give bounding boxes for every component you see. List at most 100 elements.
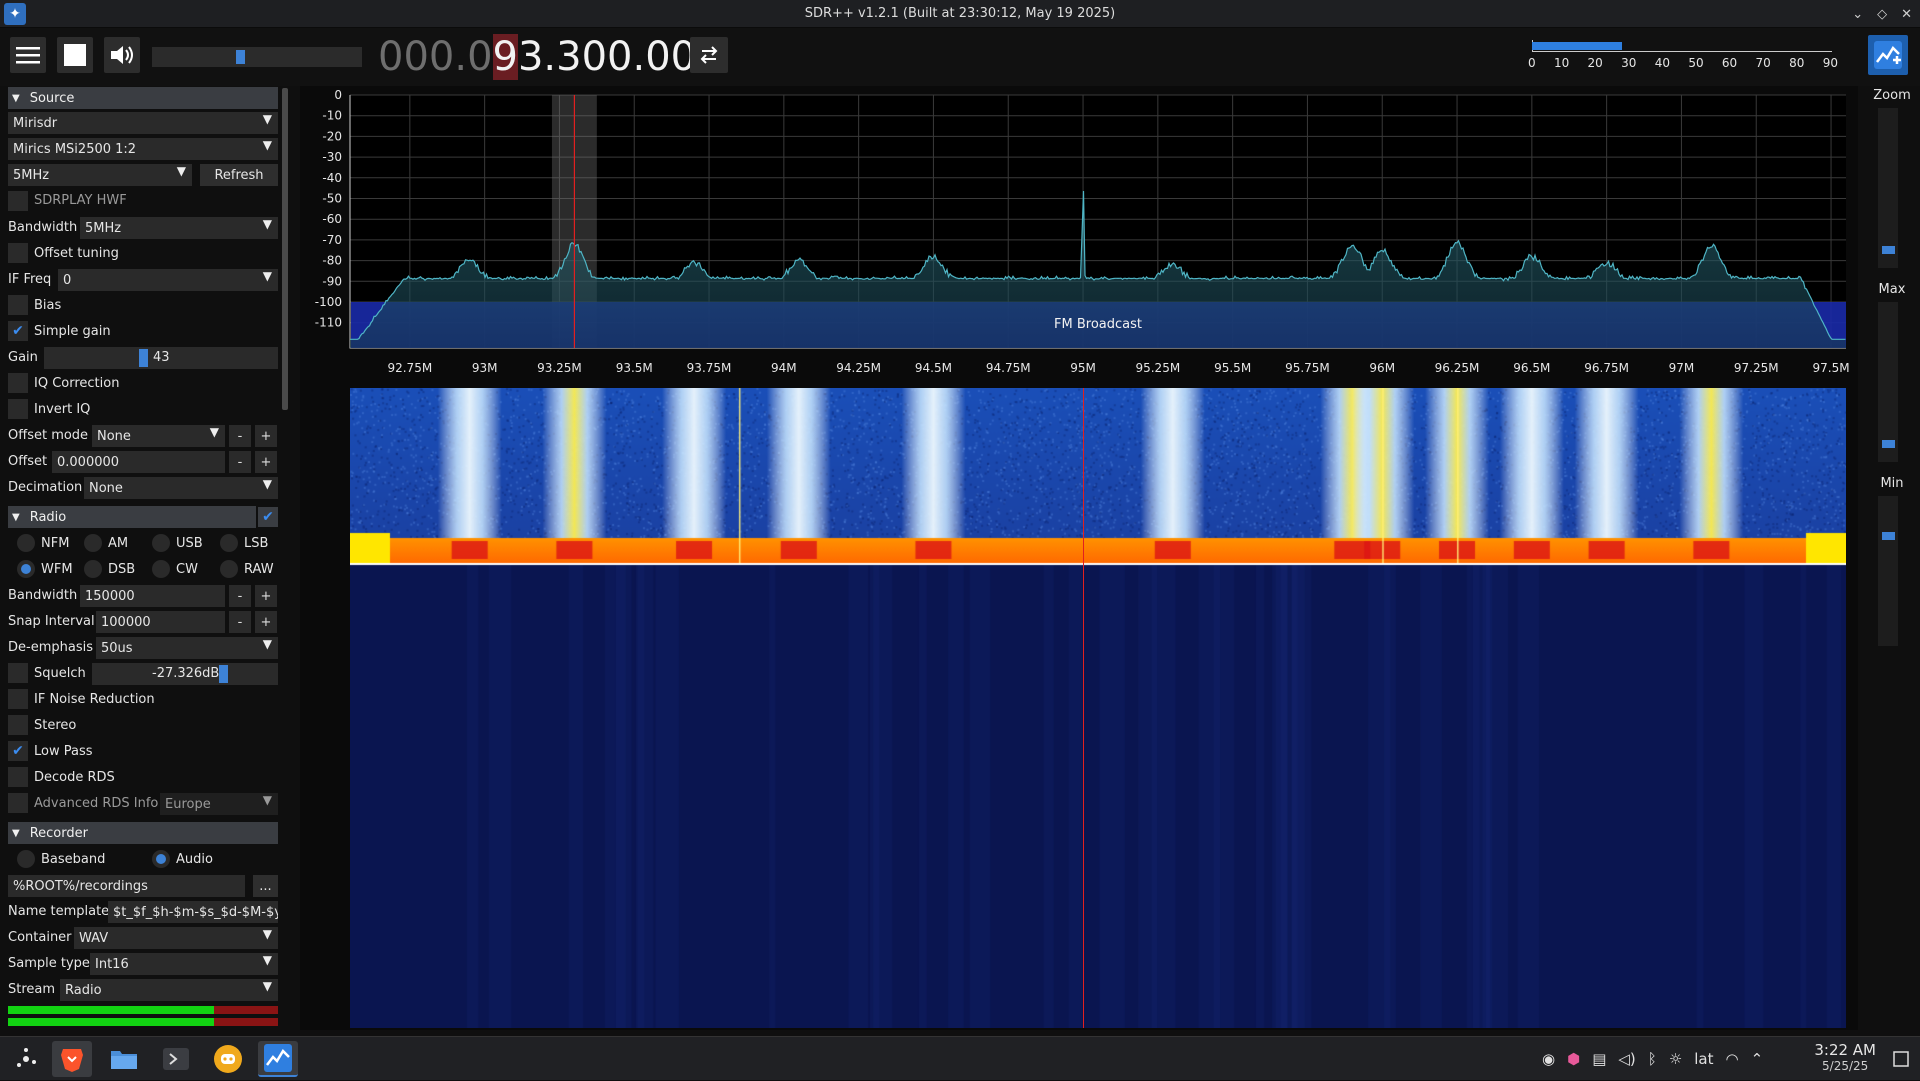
spectrum-waterfall-view[interactable]: FM Broadcast 0 -10 -20 -30 -40 -50 -60 -70 -80 -9…: [300, 86, 1858, 1030]
waterfall-vfo-line[interactable]: [1083, 388, 1085, 1028]
bluetooth-icon[interactable]: ᛒ: [1648, 1050, 1657, 1068]
snap-interval-input[interactable]: 100000: [96, 611, 225, 633]
show-desktop-button[interactable]: [1882, 1041, 1920, 1077]
brave-browser-button[interactable]: [52, 1041, 92, 1077]
decode-rds-checkbox[interactable]: [8, 767, 28, 787]
if-freq-select[interactable]: 0 ▼: [58, 269, 278, 291]
mode-lsb-radio[interactable]: [220, 534, 238, 552]
sdrpp-logo-button[interactable]: [1868, 35, 1908, 75]
radio-header[interactable]: ▼ Radio: [8, 506, 256, 528]
squelch-slider[interactable]: -27.326dB: [92, 663, 278, 685]
recorder-header[interactable]: ▼ Recorder: [8, 822, 278, 844]
recording-path-input[interactable]: %ROOT%/recordings: [8, 875, 245, 897]
mode-nfm-radio[interactable]: [17, 534, 35, 552]
stop-button[interactable]: [57, 37, 93, 73]
discord-button[interactable]: [208, 1041, 248, 1077]
stereo-checkbox[interactable]: [8, 715, 28, 735]
close-icon[interactable]: ✕: [1901, 7, 1912, 22]
samplerate-select[interactable]: 5MHz ▼: [8, 164, 192, 186]
deemphasis-select[interactable]: 50us ▼: [96, 637, 278, 659]
frequency-display[interactable]: 000.0 93.300.000: [378, 32, 722, 82]
offset-mode-minus-button[interactable]: -: [229, 425, 251, 447]
audio-radio[interactable]: [152, 850, 170, 868]
swap-center-button[interactable]: [690, 37, 728, 73]
bias-checkbox[interactable]: [8, 295, 28, 315]
app-tray-icon[interactable]: ⬢: [1567, 1050, 1580, 1068]
gain-slider-grab[interactable]: [139, 349, 148, 367]
radio-bandwidth-minus-button[interactable]: -: [229, 585, 251, 607]
clipboard-icon[interactable]: ▤: [1592, 1050, 1606, 1068]
max-slider-grab[interactable]: [1882, 440, 1895, 448]
rds-region-select[interactable]: Europe ▼: [160, 793, 278, 815]
offset-minus-button[interactable]: -: [229, 451, 251, 473]
stream-select[interactable]: Radio ▼: [60, 979, 278, 1001]
mode-usb-radio[interactable]: [152, 534, 170, 552]
iq-correction-checkbox[interactable]: [8, 373, 28, 393]
zoom-slider[interactable]: [1878, 108, 1898, 268]
offset-mode-plus-button[interactable]: +: [255, 425, 277, 447]
if-noise-reduction-checkbox[interactable]: [8, 689, 28, 709]
mode-wfm-radio[interactable]: [17, 560, 35, 578]
source-header[interactable]: ▼ Source: [8, 87, 278, 109]
app-launcher-button[interactable]: [6, 1041, 46, 1077]
volume-slider-grab[interactable]: [236, 50, 245, 64]
fft-spectrum-plot[interactable]: FM Broadcast 0 -10 -20 -30 -40 -50 -60 -70 -80 -9…: [300, 86, 1858, 386]
snap-interval-plus-button[interactable]: +: [255, 611, 277, 633]
sample-type-select[interactable]: Int16 ▼: [90, 953, 278, 975]
sdrpp-taskbar-button[interactable]: [258, 1041, 298, 1077]
keyboard-layout-indicator[interactable]: lat: [1694, 1050, 1713, 1068]
mode-raw-radio[interactable]: [220, 560, 238, 578]
simple-gain-checkbox[interactable]: ✔: [8, 321, 28, 341]
radio-bandwidth-input[interactable]: 150000: [80, 585, 225, 607]
offset-input[interactable]: 0.000000: [52, 451, 225, 473]
mode-dsb-radio[interactable]: [84, 560, 102, 578]
baseband-radio[interactable]: [17, 850, 35, 868]
invert-iq-checkbox[interactable]: [8, 399, 28, 419]
max-slider[interactable]: [1878, 302, 1898, 462]
clock[interactable]: 3:22 AM 5/25/25: [1814, 1042, 1876, 1074]
squelch-slider-grab[interactable]: [219, 665, 228, 683]
frequency-active-digits[interactable]: 93.300.000: [492, 34, 722, 80]
waterfall-display[interactable]: [350, 388, 1846, 1028]
source-bandwidth-select[interactable]: 5MHz ▼: [80, 217, 278, 239]
source-type-select[interactable]: Mirisdr ▼: [8, 112, 278, 134]
gain-slider[interactable]: 43: [44, 347, 278, 369]
frequency-hovered-digit[interactable]: 9: [492, 34, 518, 80]
advanced-rds-checkbox[interactable]: [8, 793, 28, 813]
radio-bandwidth-plus-button[interactable]: +: [255, 585, 277, 607]
sidebar-scrollbar[interactable]: [282, 88, 288, 410]
menu-button[interactable]: [10, 37, 46, 73]
frequency-leading-digits[interactable]: 000.0: [378, 34, 493, 80]
wifi-icon[interactable]: ◠: [1726, 1050, 1739, 1068]
radio-enable-checkbox[interactable]: ✔: [258, 507, 278, 527]
min-slider-grab[interactable]: [1882, 532, 1895, 540]
container-select[interactable]: WAV ▼: [74, 927, 278, 949]
brightness-icon[interactable]: ☼: [1669, 1050, 1682, 1068]
mute-button[interactable]: [104, 37, 140, 73]
sdrplay-hwf-checkbox[interactable]: [8, 191, 28, 211]
zoom-slider-grab[interactable]: [1882, 246, 1895, 254]
tray-expand-icon[interactable]: ⌃: [1751, 1050, 1764, 1068]
name-template-input[interactable]: $t_$f_$h-$m-$s_$d-$M-$y: [108, 901, 278, 923]
terminal-button[interactable]: [156, 1041, 196, 1077]
minimize-icon[interactable]: ⌄: [1852, 7, 1863, 22]
snap-interval-minus-button[interactable]: -: [229, 611, 251, 633]
mode-cw-radio[interactable]: [152, 560, 170, 578]
file-manager-button[interactable]: [104, 1041, 144, 1077]
device-select[interactable]: Mirics MSi2500 1:2 ▼: [8, 138, 278, 160]
refresh-button[interactable]: Refresh: [200, 164, 278, 186]
maximize-icon[interactable]: ◇: [1877, 7, 1887, 22]
offset-tuning-checkbox[interactable]: [8, 243, 28, 263]
offset-mode-select[interactable]: None ▼: [92, 425, 225, 447]
min-slider[interactable]: [1878, 496, 1898, 646]
fft-x-tick-label: 93M: [472, 361, 498, 375]
low-pass-checkbox[interactable]: ✔: [8, 741, 28, 761]
squelch-checkbox[interactable]: [8, 663, 28, 683]
offset-plus-button[interactable]: +: [255, 451, 277, 473]
mode-am-radio[interactable]: [84, 534, 102, 552]
discord-tray-icon[interactable]: ◉: [1542, 1050, 1555, 1068]
volume-slider[interactable]: [152, 47, 362, 67]
browse-button[interactable]: ...: [253, 875, 278, 897]
decimation-select[interactable]: None ▼: [84, 477, 278, 499]
volume-icon[interactable]: ◁): [1618, 1050, 1635, 1068]
